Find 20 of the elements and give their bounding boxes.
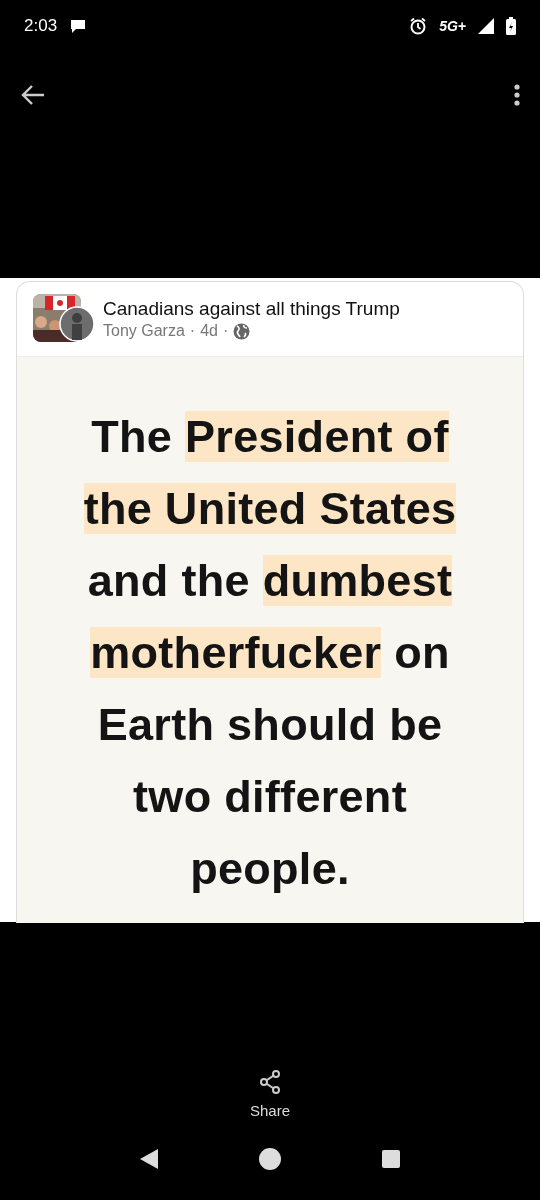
alarm-icon [409, 17, 428, 35]
more-icon[interactable] [514, 84, 520, 106]
post-age: 4d [200, 322, 218, 340]
back-icon[interactable] [20, 84, 46, 106]
share-button[interactable]: Share [250, 1070, 290, 1119]
author-name[interactable]: Tony Garza [103, 322, 185, 340]
clock: 2:03 [24, 16, 58, 36]
recents-icon[interactable] [381, 1150, 400, 1168]
network-label: 5G+ [439, 18, 466, 34]
back-nav-icon[interactable] [140, 1149, 159, 1169]
battery-icon [506, 17, 516, 35]
group-name[interactable]: Canadians against all things Trump [103, 298, 400, 320]
share-icon [258, 1070, 282, 1094]
separator: · [189, 322, 196, 340]
meme-text: The President of the United States and the dumbest motherfucker on Earth should be two different people. [83, 410, 457, 896]
globe-icon [233, 322, 251, 340]
home-icon[interactable] [259, 1148, 281, 1170]
separator: · [222, 322, 229, 340]
signal-icon [478, 18, 494, 34]
chat-icon [69, 18, 88, 34]
